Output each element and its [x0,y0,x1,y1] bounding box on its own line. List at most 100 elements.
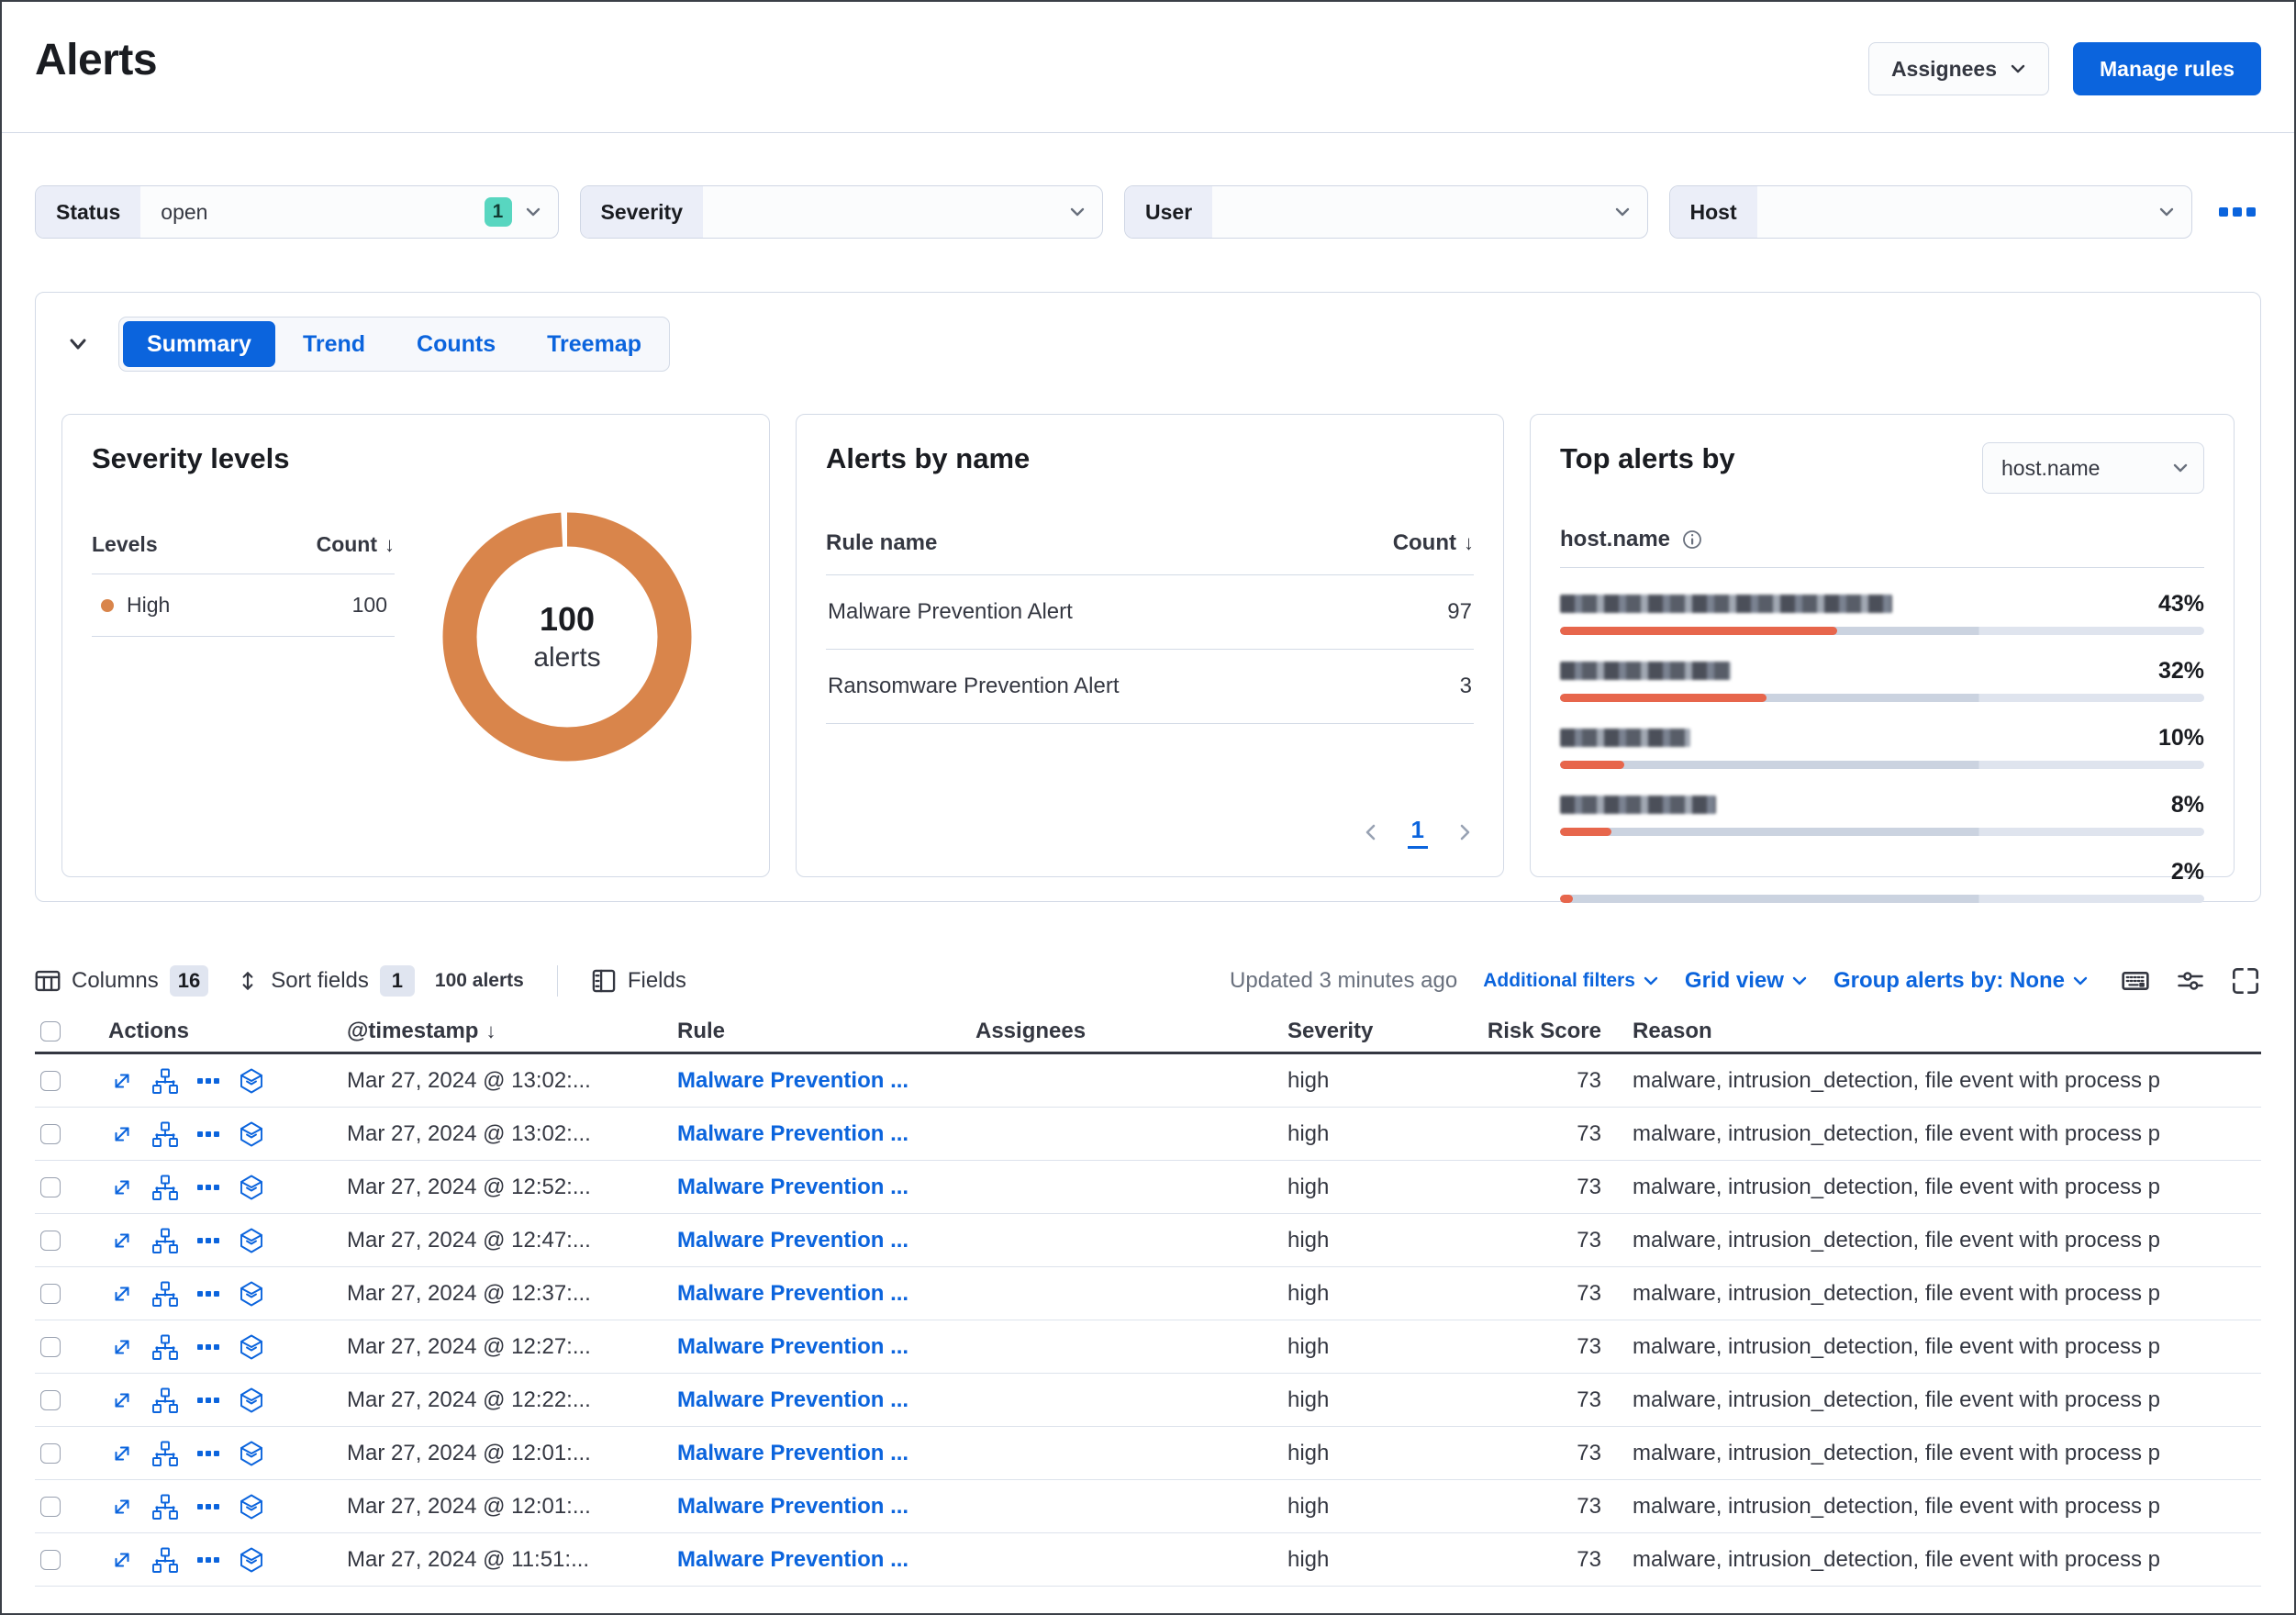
analyze-event-icon[interactable] [151,1440,179,1467]
expand-alert-icon[interactable] [108,1333,136,1361]
additional-filters-button[interactable]: Additional filters [1483,970,1659,992]
fields-icon [592,969,616,993]
rule-link[interactable]: Malware Prevention ... [677,1334,908,1359]
expand-alert-icon[interactable] [108,1493,136,1520]
fullscreen-icon[interactable] [2230,965,2261,997]
analyze-event-icon[interactable] [151,1067,179,1095]
top-alerts-field-select[interactable]: host.name [1982,442,2204,494]
fields-button[interactable]: Fields [591,968,686,994]
rule-link[interactable]: Malware Prevention ... [677,1547,908,1572]
session-view-icon[interactable] [238,1120,265,1148]
more-actions-icon[interactable] [195,1227,222,1254]
more-actions-icon[interactable] [195,1120,222,1148]
rule-link[interactable]: Malware Prevention ... [677,1175,908,1199]
row-checkbox[interactable] [40,1230,61,1251]
more-actions-icon[interactable] [195,1067,222,1095]
columns-button[interactable]: Columns 16 [35,965,209,997]
expand-alert-icon[interactable] [108,1546,136,1574]
session-view-icon[interactable] [238,1387,265,1414]
field-select-value: host.name [2001,455,2101,480]
host-filter[interactable]: Host [1668,185,2192,239]
session-view-icon[interactable] [238,1546,265,1574]
session-view-icon[interactable] [238,1493,265,1520]
tab-summary[interactable]: Summary [123,321,275,367]
grid-view-button[interactable]: Grid view [1685,968,1808,994]
analyze-event-icon[interactable] [151,1387,179,1414]
analyze-event-icon[interactable] [151,1493,179,1520]
info-icon[interactable] [1681,529,1703,551]
collapse-section-icon[interactable] [61,328,95,361]
more-actions-icon[interactable] [195,1387,222,1414]
next-page-icon[interactable] [1455,823,1474,841]
more-actions-icon[interactable] [195,1493,222,1520]
row-checkbox[interactable] [40,1123,61,1144]
top-alerts-title: Top alerts by [1560,442,1735,474]
select-all-checkbox[interactable] [40,1020,61,1041]
sort-fields-button[interactable]: Sort fields 1 [236,965,415,997]
row-checkbox[interactable] [40,1283,61,1304]
analyze-event-icon[interactable] [151,1280,179,1308]
rule-link[interactable]: Malware Prevention ... [677,1494,908,1519]
assignees-button[interactable]: Assignees [1867,42,2049,95]
expand-alert-icon[interactable] [108,1387,136,1414]
rule-link[interactable]: Malware Prevention ... [677,1068,908,1093]
count-sort-header[interactable]: Count ↓ [317,532,395,557]
session-view-icon[interactable] [238,1440,265,1467]
group-alerts-by-button[interactable]: Group alerts by: None [1833,968,2089,994]
row-checkbox[interactable] [40,1070,61,1091]
more-actions-icon[interactable] [195,1546,222,1574]
tab-counts[interactable]: Counts [393,321,519,367]
chevron-down-icon [2011,64,2025,73]
analyze-event-icon[interactable] [151,1120,179,1148]
expand-alert-icon[interactable] [108,1174,136,1201]
analyze-event-icon[interactable] [151,1227,179,1254]
row-checkbox[interactable] [40,1549,61,1570]
alert-severity: high [1287,1333,1330,1359]
row-checkbox[interactable] [40,1176,61,1197]
row-checkbox[interactable] [40,1496,61,1517]
rule-link[interactable]: Malware Prevention ... [677,1441,908,1465]
rule-link[interactable]: Malware Prevention ... [677,1387,908,1412]
expand-alert-icon[interactable] [108,1067,136,1095]
expand-alert-icon[interactable] [108,1440,136,1467]
alert-risk-score: 73 [1577,1493,1601,1519]
session-view-icon[interactable] [238,1067,265,1095]
session-view-icon[interactable] [238,1333,265,1361]
previous-page-icon[interactable] [1362,823,1380,841]
status-filter[interactable]: Status open 1 [35,185,559,239]
status-count-badge: 1 [484,197,512,227]
session-view-icon[interactable] [238,1280,265,1308]
session-view-icon[interactable] [238,1174,265,1201]
more-actions-icon[interactable] [195,1280,222,1308]
expand-alert-icon[interactable] [108,1120,136,1148]
count-sort-header[interactable]: Count ↓ [1393,530,1474,556]
display-settings-icon[interactable] [2175,965,2206,997]
keyboard-shortcuts-icon[interactable] [2120,965,2151,997]
sort-icon [242,972,253,990]
analyze-event-icon[interactable] [151,1546,179,1574]
expand-alert-icon[interactable] [108,1227,136,1254]
row-checkbox[interactable] [40,1389,61,1410]
more-filters-icon[interactable] [2213,202,2261,222]
tab-treemap[interactable]: Treemap [523,321,665,367]
rule-link[interactable]: Malware Prevention ... [677,1281,908,1306]
analyze-event-icon[interactable] [151,1333,179,1361]
user-filter[interactable]: User [1124,185,1648,239]
analyze-event-icon[interactable] [151,1174,179,1201]
more-actions-icon[interactable] [195,1333,222,1361]
row-checkbox[interactable] [40,1336,61,1357]
rule-link[interactable]: Malware Prevention ... [677,1121,908,1146]
tab-trend[interactable]: Trend [279,321,389,367]
severity-filter[interactable]: Severity [579,185,1103,239]
alert-timestamp: Mar 27, 2024 @ 12:01:... [347,1493,591,1519]
expand-alert-icon[interactable] [108,1280,136,1308]
status-filter-label: Status [36,186,141,238]
timestamp-column-header[interactable]: @timestamp ↓ [347,1019,496,1044]
page-number-1[interactable]: 1 [1407,816,1428,849]
more-actions-icon[interactable] [195,1440,222,1467]
manage-rules-button[interactable]: Manage rules [2073,42,2261,95]
row-checkbox[interactable] [40,1442,61,1464]
session-view-icon[interactable] [238,1227,265,1254]
rule-link[interactable]: Malware Prevention ... [677,1228,908,1253]
more-actions-icon[interactable] [195,1174,222,1201]
